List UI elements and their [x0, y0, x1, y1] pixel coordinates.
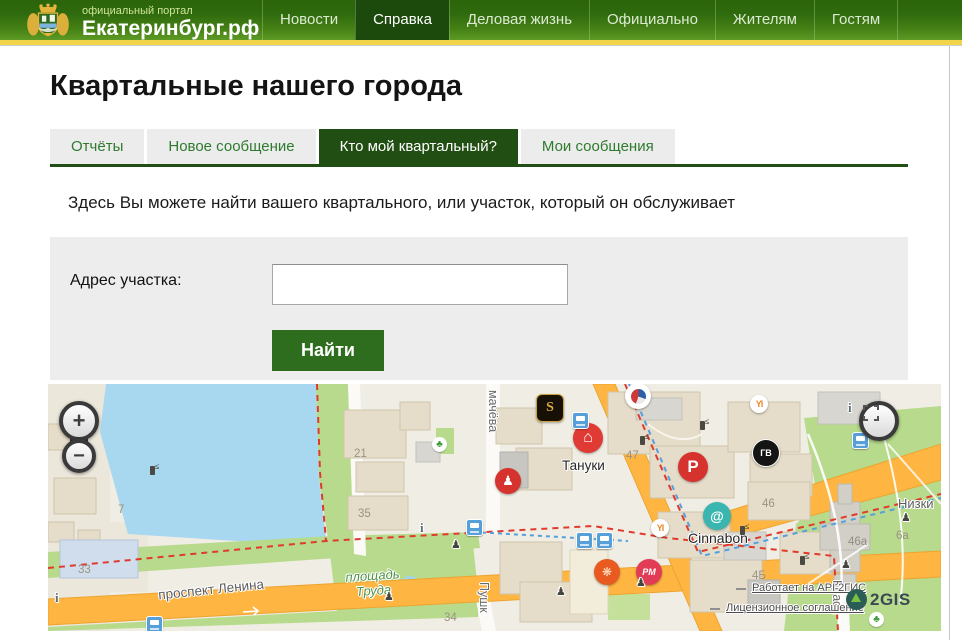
header-bar: официальный портал Екатеринбург.рф Новос… — [0, 0, 962, 40]
scale-dash — [736, 588, 746, 590]
monument-icon: ♟ — [384, 590, 394, 603]
nav-item-delovaya[interactable]: Деловая жизнь — [449, 0, 589, 40]
scrollbar[interactable] — [949, 46, 950, 640]
building-number: 46 — [762, 498, 775, 510]
coat-of-arms-icon — [22, 1, 74, 44]
building-number: 6а — [896, 530, 909, 542]
restaurant-poi-icon[interactable]: YI — [651, 519, 669, 537]
license-agreement-link[interactable]: Лицензионное соглашение — [726, 602, 864, 614]
poi-label-cinnabon: Cinnabon — [688, 530, 748, 546]
fullscreen-icon — [863, 405, 879, 421]
street-label-pushkina: Пушк — [477, 582, 491, 613]
camera-icon — [740, 526, 745, 535]
site-logo[interactable]: официальный портал Екатеринбург.рф — [22, 1, 259, 44]
tab-underline — [50, 164, 908, 167]
scale-dash — [710, 608, 720, 610]
nav-item-gostyam[interactable]: Гостям — [814, 0, 898, 40]
address-label: Адрес участка: — [70, 272, 182, 290]
square-label-truda: площадь Труда — [339, 566, 407, 601]
nav-item-oficialno[interactable]: Официально — [589, 0, 715, 40]
tab-novoe-soobshenie[interactable]: Новое сообщение — [147, 129, 315, 164]
gv-poi-icon[interactable]: ГВ — [752, 439, 780, 467]
nav-item-novosti[interactable]: Новости — [262, 0, 355, 40]
monument-icon: ♟ — [636, 576, 646, 589]
page-description: Здесь Вы можете найти вашего квартальног… — [68, 193, 735, 213]
area-label-nizki: Низки — [898, 496, 934, 511]
2gis-logo[interactable]: 2GIS — [846, 589, 911, 610]
restaurant-poi-icon[interactable]: YI — [750, 395, 768, 413]
tab-moi-soobsheniya[interactable]: Мои сообщения — [521, 129, 675, 164]
fullscreen-button[interactable] — [859, 401, 899, 441]
camera-icon — [150, 466, 155, 475]
nav-item-zhitelyam[interactable]: Жителям — [715, 0, 814, 40]
emblem-poi-icon[interactable] — [625, 384, 651, 409]
transit-stop-icon[interactable] — [146, 616, 163, 631]
transit-stop-icon[interactable] — [576, 532, 593, 549]
info-icon: i — [55, 590, 59, 606]
zoom-in-button[interactable]: + — [59, 401, 99, 441]
camera-icon — [700, 421, 705, 430]
portal-name: Екатеринбург.рф — [82, 18, 259, 40]
header-accent-bar — [0, 40, 962, 46]
tab-bar: Отчёты Новое сообщение Кто мой квартальн… — [50, 129, 675, 164]
street-label-tolmacheva: мачёва — [486, 390, 500, 432]
tab-kto-moy-kvartalny[interactable]: Кто мой квартальный? — [319, 129, 518, 164]
sinara-poi-icon[interactable]: S — [536, 394, 564, 422]
pretzel-poi-icon[interactable]: ❋ — [594, 559, 620, 585]
building-number: 46а — [848, 536, 867, 548]
building-number: 47 — [626, 450, 639, 462]
monument-icon: ♟ — [901, 511, 911, 524]
transit-stop-icon[interactable] — [466, 519, 483, 536]
search-button[interactable]: Найти — [272, 330, 384, 371]
building-number: 21 — [354, 448, 367, 460]
monument-icon: ♟ — [556, 585, 566, 598]
page-title: Квартальные нашего города — [50, 70, 462, 103]
building-number: 34 — [444, 612, 457, 624]
search-form: Адрес участка: Найти — [50, 237, 908, 380]
info-icon: i — [420, 520, 424, 536]
map-widget[interactable]: проспект Ленина площадь Труда мачёва Пуш… — [48, 384, 941, 631]
address-input[interactable] — [272, 264, 568, 305]
main-nav: Новости Справка Деловая жизнь Официально… — [262, 0, 898, 40]
building-number: 4Б — [752, 570, 766, 582]
parking-poi-icon[interactable]: P — [678, 452, 708, 482]
emblem-inner — [631, 389, 646, 404]
transit-stop-icon[interactable] — [572, 412, 589, 429]
tree-icon: ♣ — [869, 612, 884, 627]
nav-item-spravka[interactable]: Справка — [355, 0, 449, 40]
figure-poi-icon[interactable]: ♟ — [495, 468, 521, 494]
building-number: 35 — [358, 508, 371, 520]
cinnabon-poi-icon[interactable]: @ — [703, 502, 731, 530]
monument-icon: ♟ — [841, 558, 851, 571]
monument-icon: ♟ — [451, 538, 461, 551]
zoom-out-button[interactable]: − — [62, 439, 96, 473]
camera-icon — [800, 556, 805, 565]
tab-otchety[interactable]: Отчёты — [50, 129, 144, 164]
building-number: 33 — [78, 564, 91, 576]
building-number: 7 — [118, 504, 124, 516]
camera-icon — [640, 436, 645, 445]
transit-stop-icon[interactable] — [596, 532, 613, 549]
poi-label-tanuki: Тануки — [562, 458, 605, 473]
tree-icon: ♣ — [432, 437, 447, 452]
info-icon: i — [848, 400, 852, 416]
2gis-logo-text: 2GIS — [870, 590, 911, 610]
2gis-logo-icon — [846, 589, 867, 610]
